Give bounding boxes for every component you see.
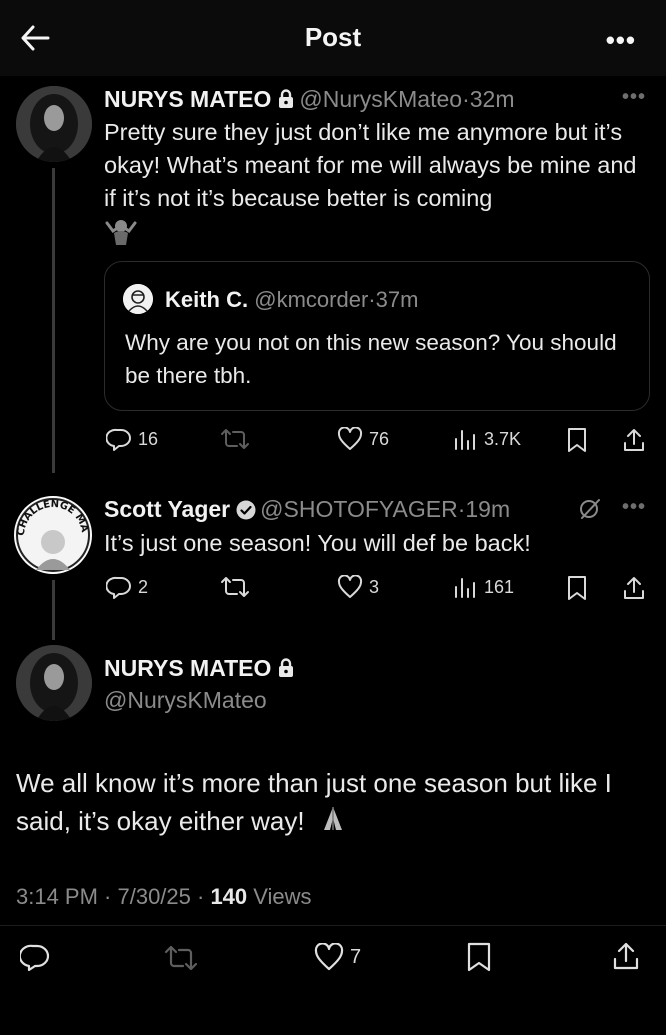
shrug-emoji-icon (104, 217, 138, 245)
views-total: 140 (210, 884, 248, 909)
quote-author-handle: @kmcorder (254, 287, 369, 312)
verified-badge-icon (236, 500, 256, 520)
reply-button[interactable]: 16 (106, 427, 158, 451)
reply-icon (106, 575, 132, 599)
views-label: Views (247, 884, 312, 909)
share-button[interactable] (622, 575, 646, 601)
author-name[interactable]: Scott Yager (104, 496, 230, 522)
views-count: 161 (484, 576, 515, 597)
avatar-scott[interactable]: CHALLENGE MANIA (14, 496, 92, 574)
top-bar: Post ••• (0, 0, 666, 76)
reply-icon (20, 943, 50, 971)
heart-icon (337, 427, 363, 451)
main-author: NURYS MATEO (104, 655, 299, 682)
tweet-header: NURYS MATEO @NurysKMateo·32m (104, 86, 514, 113)
thread-line (52, 168, 55, 473)
bookmark-icon (566, 575, 588, 601)
avatar-keith (123, 284, 153, 314)
thread-line (52, 580, 55, 640)
share-icon (622, 575, 646, 601)
tweet-header: Scott Yager @SHOTOFYAGER·19m (104, 496, 510, 523)
repost-button[interactable] (220, 428, 256, 450)
author-handle[interactable]: @SHOTOFYAGER (260, 496, 458, 522)
tweet-more-icon[interactable]: ••• (622, 86, 646, 109)
reply-button[interactable] (20, 943, 50, 971)
like-count: 3 (369, 576, 380, 597)
reply-count: 2 (138, 576, 149, 597)
share-button[interactable] (622, 427, 646, 453)
quote-header: Keith C. @kmcorder·37m (165, 287, 418, 313)
reply-count: 16 (138, 428, 159, 449)
quote-author-name: Keith C. (165, 287, 249, 312)
reply-button[interactable]: 2 (106, 575, 148, 599)
author-handle[interactable]: @NurysKMateo (299, 86, 462, 112)
author-name[interactable]: NURYS MATEO (104, 86, 271, 112)
divider (0, 925, 666, 926)
like-button[interactable]: 76 (337, 427, 389, 451)
share-icon (622, 427, 646, 453)
author-handle[interactable]: @NurysKMateo (104, 687, 267, 714)
page-title: Post (304, 22, 362, 52)
praying-hands-emoji-icon (318, 804, 348, 834)
main-tweet-text-content: We all know it’s more than just one seas… (16, 768, 612, 836)
views-icon (452, 575, 478, 599)
repost-icon (164, 945, 198, 971)
bookmark-button[interactable] (566, 427, 588, 453)
avatar-nurys[interactable] (16, 645, 92, 721)
like-count: 7 (350, 945, 362, 968)
tweet-text: It’s just one season! You will def be ba… (104, 530, 531, 556)
views-icon (452, 427, 478, 451)
lock-icon (277, 89, 295, 109)
quoted-tweet[interactable]: Keith C. @kmcorder·37m Why are you not o… (104, 261, 650, 411)
views-button[interactable]: 3.7K (452, 427, 521, 451)
views-button[interactable]: 161 (452, 575, 514, 599)
share-button[interactable] (612, 941, 640, 971)
quote-time: ·37m (368, 287, 419, 312)
share-icon (612, 941, 640, 971)
more-options-icon[interactable]: ••• (606, 25, 636, 56)
bookmark-icon (466, 942, 492, 972)
bookmark-button[interactable] (466, 942, 492, 972)
reply-icon (106, 427, 132, 451)
tweet-text: Pretty sure they just don’t like me anym… (104, 119, 637, 211)
like-button[interactable]: 7 (314, 943, 361, 971)
bookmark-icon (566, 427, 588, 453)
main-tweet-text: We all know it’s more than just one seas… (16, 764, 646, 840)
like-button[interactable]: 3 (337, 575, 379, 599)
repost-icon (220, 576, 250, 598)
tweet-time: ·32m (462, 86, 515, 112)
author-name[interactable]: NURYS MATEO (104, 655, 271, 681)
tweet-time: ·19m (457, 496, 511, 522)
heart-icon (337, 575, 363, 599)
avatar-nurys[interactable] (16, 86, 92, 162)
like-count: 76 (369, 428, 390, 449)
tweet-more-icon[interactable]: ••• (622, 496, 646, 519)
heart-icon (314, 943, 344, 971)
repost-button[interactable] (220, 576, 256, 598)
grok-icon[interactable] (578, 497, 602, 521)
bookmark-button[interactable] (566, 575, 588, 601)
views-count: 3.7K (484, 428, 522, 449)
lock-icon (277, 658, 295, 678)
quote-text: Why are you not on this new season? You … (125, 330, 617, 388)
timestamp-text: 3:14 PM · 7/30/25 · (16, 884, 211, 909)
repost-icon (220, 428, 250, 450)
tweet-timestamp: 3:14 PM · 7/30/25 · 140 Views (16, 884, 312, 910)
repost-button[interactable] (164, 945, 198, 971)
